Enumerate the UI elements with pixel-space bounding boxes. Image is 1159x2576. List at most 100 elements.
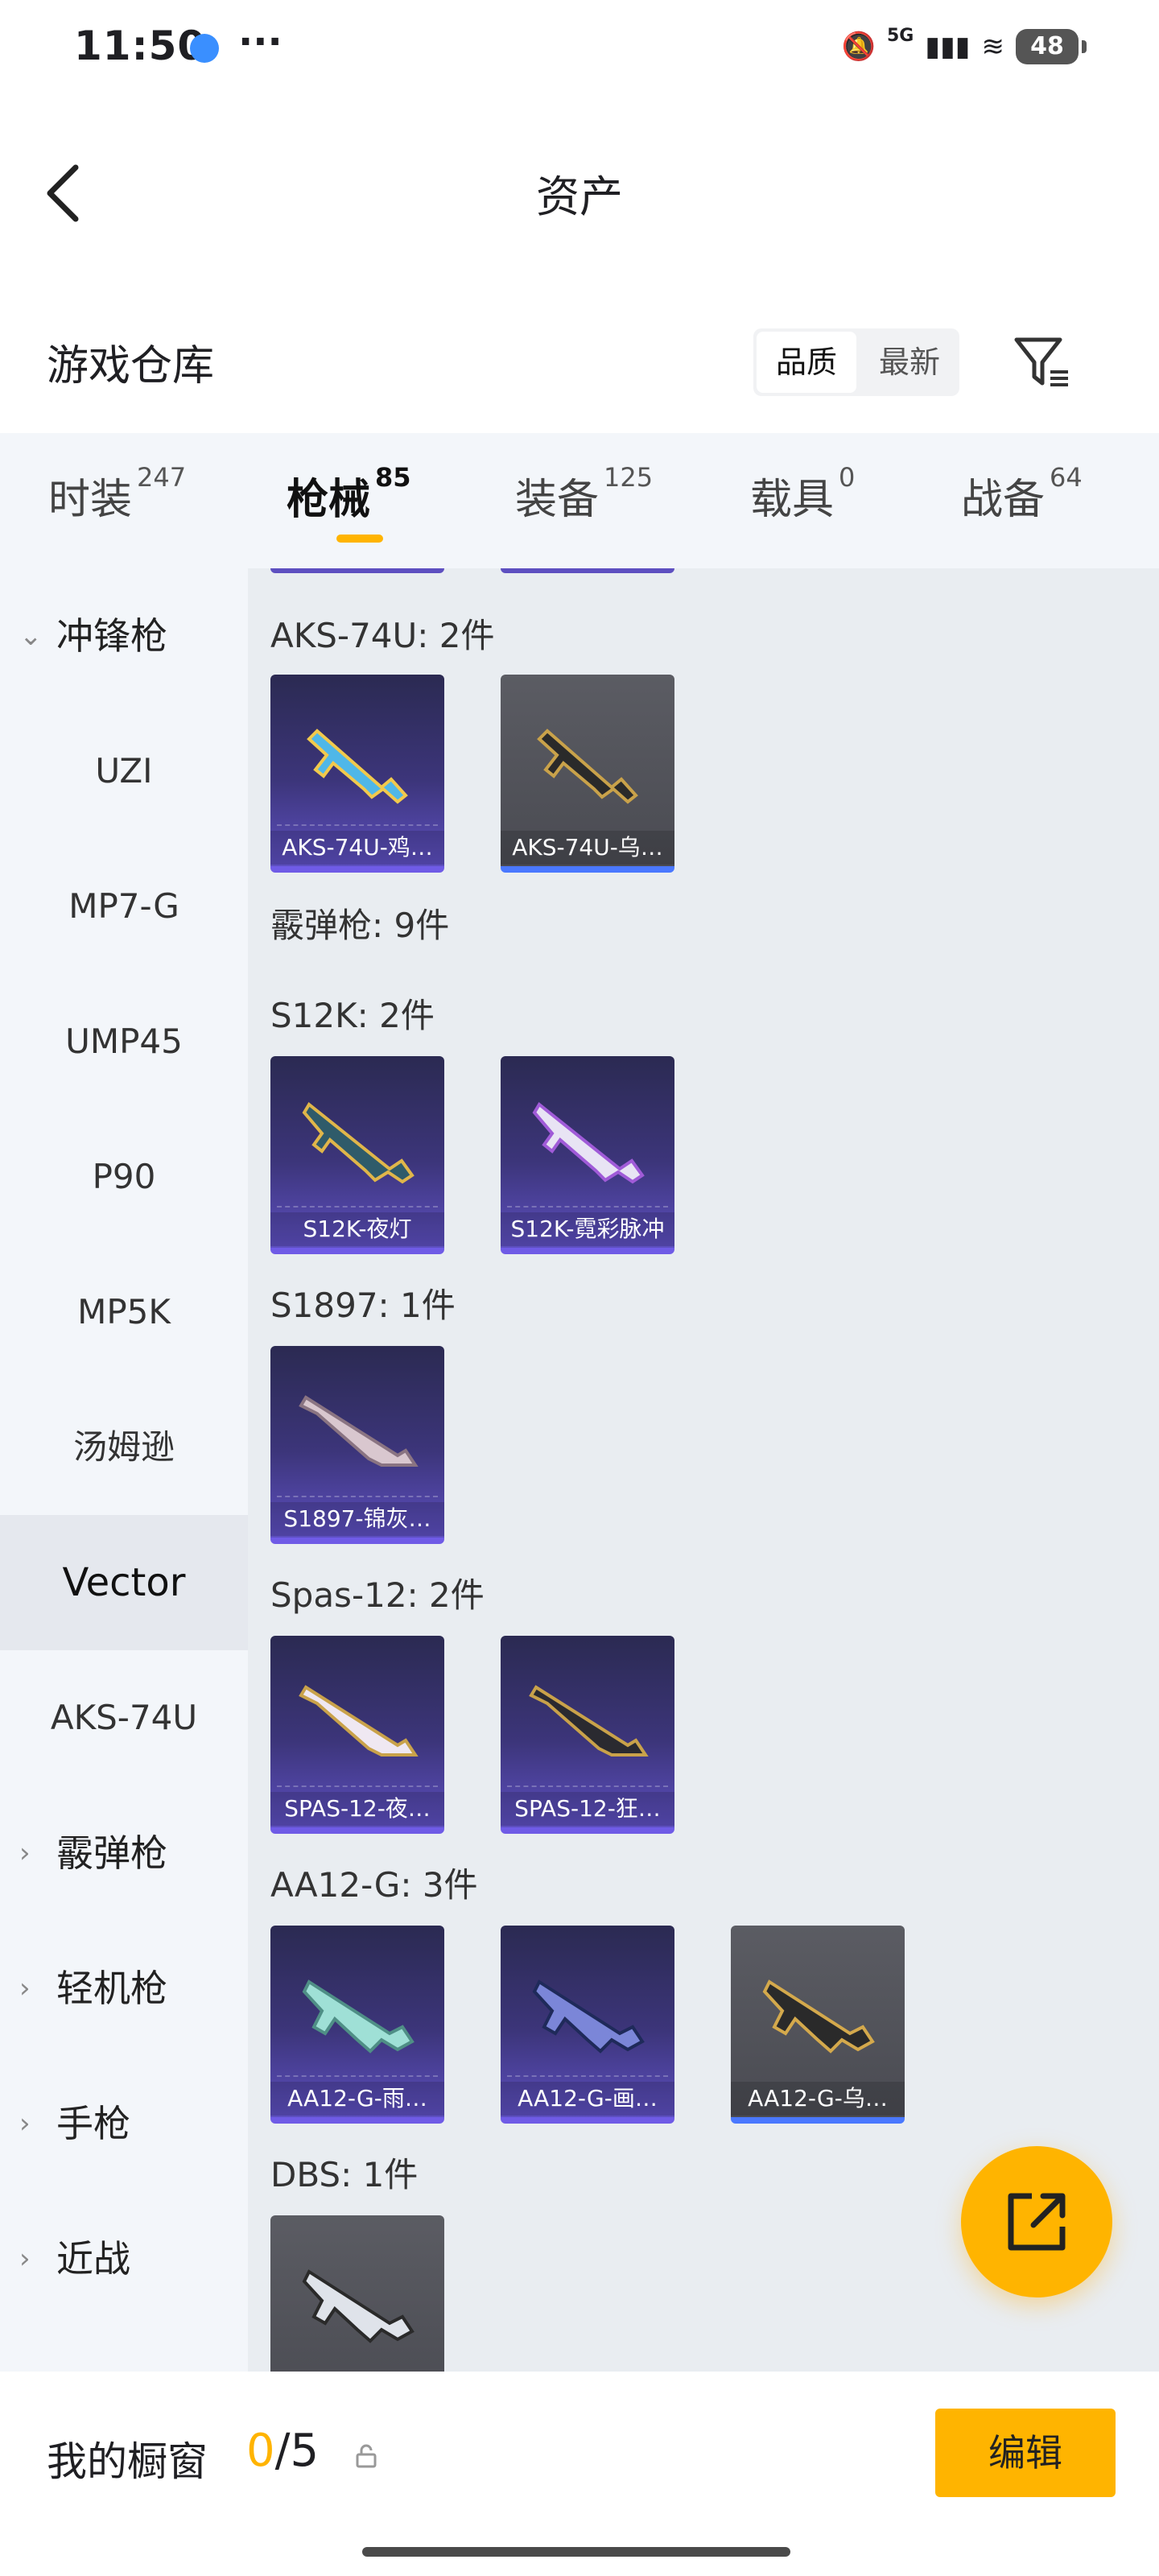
showcase-count: 0/5 <box>246 2425 319 2477</box>
sidebar-item-shotgun[interactable]: › 霰弹枪 <box>0 1785 248 1921</box>
showcase-bar: 我的橱窗 0/5 编辑 <box>0 2372 1159 2576</box>
item-card[interactable]: S12K-夜灯 <box>270 1056 444 1254</box>
item-name: AA12-G-画… <box>501 2082 674 2116</box>
chevron-right-icon: › <box>19 2243 31 2275</box>
shotgun-icon <box>532 1979 645 2054</box>
partial-card <box>501 568 674 573</box>
item-card[interactable]: AKS-74U-乌… <box>501 675 674 873</box>
page-header: 资产 <box>0 129 1159 250</box>
item-grid: AKS-74U: 2件 AKS-74U-鸡… AKS-74U-乌… 霰弹枪: 9… <box>248 568 1159 2372</box>
sidebar-item-mp5k[interactable]: MP5K <box>0 1245 248 1380</box>
tab-combat-gear[interactable]: 战备 64 <box>961 462 1083 526</box>
section-title: Spas-12: 2件 <box>270 1575 485 1615</box>
tab-count: 247 <box>137 462 187 493</box>
status-bar: 11:50 ··· 🔕 5G ▮▮▮ ≋ 48 <box>0 0 1159 105</box>
shotgun-icon <box>299 1395 419 1467</box>
item-name: AKS-74U-鸡… <box>270 831 444 865</box>
item-card[interactable] <box>270 2215 444 2372</box>
status-icons: 🔕 5G ▮▮▮ ≋ 48 <box>841 25 1087 64</box>
weapon-type-sidebar: ⌄ 冲锋枪 UZI MP7-G UMP45 P90 MP5K 汤姆逊 Vecto… <box>0 568 248 2372</box>
shotgun-icon <box>302 1979 415 2054</box>
item-card[interactable]: AA12-G-画… <box>501 1926 674 2124</box>
showcase-current: 0 <box>246 2425 275 2477</box>
tab-vehicles[interactable]: 载具 0 <box>750 462 856 526</box>
sidebar-item-uzi[interactable]: UZI <box>0 704 248 839</box>
category-tabs: 时装 247 枪械 85 装备 125 载具 0 战备 64 <box>0 433 1159 568</box>
item-card[interactable]: S12K-霓彩脉冲 <box>501 1056 674 1254</box>
sidebar-item-aks74u[interactable]: AKS-74U <box>0 1650 248 1785</box>
card-divider <box>277 1785 438 1787</box>
filter-button[interactable] <box>1010 330 1074 394</box>
shotgun-icon <box>299 1685 419 1757</box>
rifle-icon <box>537 729 638 804</box>
sidebar-item-mp7g[interactable]: MP7-G <box>0 839 248 974</box>
active-tab-indicator <box>336 535 383 543</box>
sidebar-item-p90[interactable]: P90 <box>0 1109 248 1245</box>
sidebar-item-label: 轻机枪 <box>56 1967 167 2010</box>
shotgun-icon <box>529 1685 649 1757</box>
sidebar-item-smg[interactable]: ⌄ 冲锋枪 <box>0 568 248 704</box>
item-name: AA12-G-乌… <box>731 2082 905 2116</box>
sidebar-item-label: 手枪 <box>56 2102 130 2145</box>
card-divider <box>507 1785 668 1787</box>
item-card[interactable]: AKS-74U-鸡… <box>270 675 444 873</box>
tab-count: 0 <box>839 462 856 493</box>
card-divider <box>277 1206 438 1208</box>
app-notification-icon <box>190 34 219 63</box>
sidebar-item-lmg[interactable]: › 轻机枪 <box>0 1921 248 2056</box>
item-card[interactable]: SPAS-12-夜… <box>270 1636 444 1834</box>
item-name: SPAS-12-狂… <box>501 1792 674 1826</box>
mute-icon: 🔕 <box>841 31 876 63</box>
page-title: 资产 <box>536 171 623 222</box>
item-name: S12K-夜灯 <box>270 1212 444 1246</box>
item-name: S12K-霓彩脉冲 <box>501 1212 674 1246</box>
item-card[interactable]: S1897-锦灰… <box>270 1346 444 1544</box>
item-name: S1897-锦灰… <box>270 1502 444 1536</box>
more-notifications-icon: ··· <box>238 19 283 64</box>
item-name: AKS-74U-乌… <box>501 831 674 865</box>
tab-count: 125 <box>604 462 654 493</box>
showcase-total: /5 <box>274 2425 320 2477</box>
tab-firearms[interactable]: 枪械 85 <box>287 462 411 526</box>
tab-label: 载具 <box>750 476 835 524</box>
tab-label: 枪械 <box>287 476 371 524</box>
sidebar-item-melee[interactable]: › 近战 <box>0 2191 248 2326</box>
network-label: 5G <box>886 25 914 46</box>
lock-icon <box>356 2444 377 2468</box>
tab-label: 装备 <box>515 476 600 524</box>
sort-toggle: 品质 最新 <box>753 328 959 396</box>
battery-icon: 48 <box>1016 29 1087 64</box>
sort-quality-button[interactable]: 品质 <box>757 332 856 393</box>
chevron-down-icon: ⌄ <box>19 620 43 652</box>
sidebar-item-label: 冲锋枪 <box>56 614 167 658</box>
chevron-right-icon: › <box>19 1972 31 2004</box>
sidebar-item-pistol[interactable]: › 手枪 <box>0 2056 248 2191</box>
partial-card <box>270 568 444 573</box>
card-divider <box>507 1206 668 1208</box>
sidebar-item-vector[interactable]: Vector <box>0 1515 248 1650</box>
wifi-icon: ≋ <box>981 31 1005 63</box>
chevron-right-icon: › <box>19 1837 31 1869</box>
sidebar-item-ump45[interactable]: UMP45 <box>0 974 248 1109</box>
tab-label: 时装 <box>48 476 133 524</box>
tab-equipment[interactable]: 装备 125 <box>515 462 654 526</box>
chevron-right-icon: › <box>19 2107 31 2140</box>
tab-fashion[interactable]: 时装 247 <box>48 462 187 526</box>
card-divider <box>277 2075 438 2077</box>
edit-button[interactable]: 编辑 <box>935 2409 1116 2497</box>
item-name: AA12-G-雨… <box>270 2082 444 2116</box>
shotgun-icon <box>302 1102 415 1184</box>
signal-icon: ▮▮▮ <box>925 31 971 63</box>
sidebar-item-thompson[interactable]: 汤姆逊 <box>0 1380 248 1515</box>
item-card[interactable]: AA12-G-乌… <box>731 1926 905 2124</box>
sort-newest-button[interactable]: 最新 <box>860 328 959 396</box>
home-indicator[interactable] <box>362 2547 790 2557</box>
share-button[interactable] <box>961 2146 1112 2297</box>
share-icon <box>1008 2193 1066 2251</box>
item-card[interactable]: SPAS-12-狂… <box>501 1636 674 1834</box>
shotgun-icon <box>762 1979 875 2054</box>
tab-count: 64 <box>1050 462 1083 493</box>
sidebar-item-label: 霰弹枪 <box>56 1831 167 1875</box>
filter-icon <box>1014 337 1068 386</box>
item-card[interactable]: AA12-G-雨… <box>270 1926 444 2124</box>
